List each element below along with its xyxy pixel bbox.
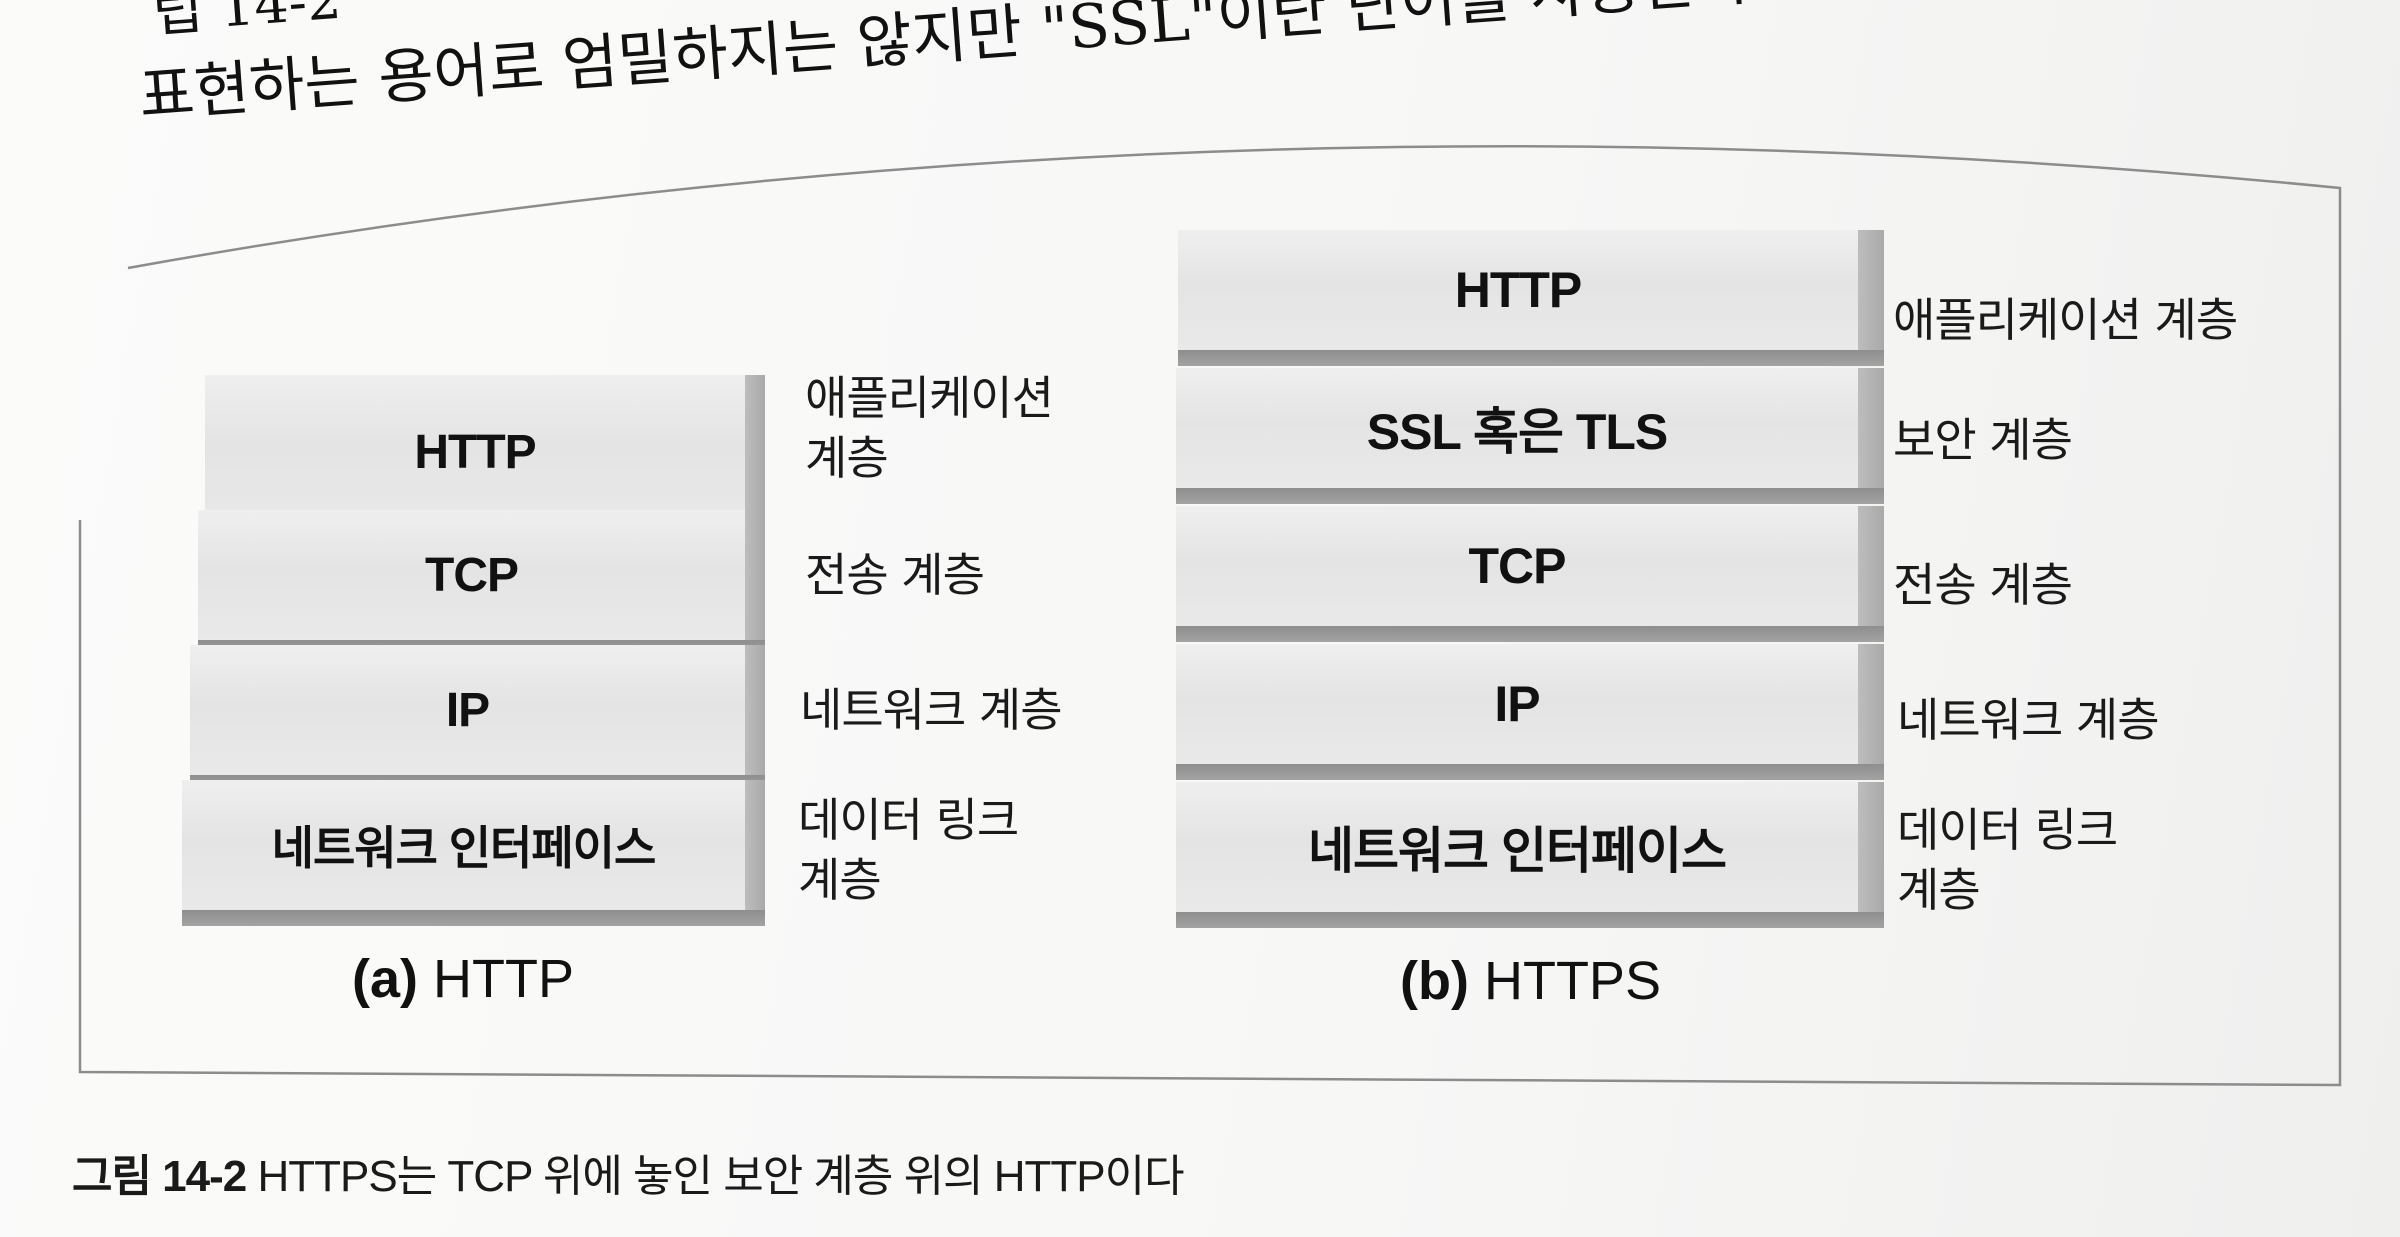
layer-block-side — [745, 645, 765, 791]
layer-role-label-line: 보안 계층 — [1893, 413, 2073, 467]
layer-role-label-line: 네트워크 계층 — [800, 683, 1063, 737]
layer-block-edge — [182, 910, 765, 926]
caption-a-text: HTTP — [433, 949, 575, 1009]
layer-role-label: 애플리케이션 계층 — [1893, 290, 2238, 350]
layer-role-label-line: 애플리케이션 계층 — [1893, 293, 2238, 347]
layer-role-label-line: 데이터 링크 — [1897, 803, 2118, 857]
layer-block-edge — [1176, 764, 1884, 780]
layer-role-label-line: 네트워크 계층 — [1897, 693, 2160, 747]
figure-caption-text: HTTPS는 TCP 위에 놓인 보안 계층 위의 HTTP이다 — [257, 1152, 1184, 1201]
layer-block-side — [745, 510, 765, 656]
layer-block-edge — [1178, 350, 1884, 366]
layer-block-side — [1858, 368, 1884, 504]
layer-block-side — [1858, 782, 1884, 928]
layer-block-side — [1858, 644, 1884, 780]
layer-role-label-line: 전송 계층 — [1893, 558, 2073, 612]
layer-role-label: 네트워크 계층 — [800, 680, 1063, 740]
layer-block-side — [1858, 506, 1884, 642]
caption-a: (a) HTTP — [352, 948, 574, 1010]
layer-role-label-line: 계층 — [1897, 863, 1981, 917]
layer-role-label: 보안 계층 — [1893, 410, 2073, 470]
layer-role-label-line: 전송 계층 — [805, 548, 985, 602]
layer-role-label: 전송 계층 — [1893, 555, 2073, 615]
layer-role-label: 전송 계층 — [805, 545, 985, 605]
layer-block-label: HTTP — [205, 375, 745, 530]
layer-role-label-line: 애플리케이션 — [805, 371, 1054, 425]
caption-b-text: HTTPS — [1483, 951, 1661, 1011]
layer-block-edge — [1176, 626, 1884, 642]
layer-role-label: 데이터 링크계층 — [1897, 800, 2118, 920]
layer-block-label: HTTP — [1178, 230, 1858, 350]
layer-role-label: 데이터 링크계층 — [798, 790, 1019, 910]
caption-a-tag: (a) — [352, 949, 418, 1009]
layer-block-label: TCP — [1176, 506, 1858, 626]
layer-role-label-line: 계층 — [798, 853, 882, 907]
layer-block-label: IP — [1176, 644, 1858, 764]
layer-block-side — [745, 780, 765, 926]
caption-b: (b) HTTPS — [1400, 950, 1661, 1012]
layer-block-edge — [1176, 912, 1884, 928]
figure-caption: 그림 14-2 HTTPS는 TCP 위에 놓인 보안 계층 위의 HTTP이다 — [72, 1140, 1185, 1204]
layer-block-label: IP — [190, 645, 745, 775]
layer-block-label: 네트워크 인터페이스 — [182, 780, 745, 910]
layer-block-label: SSL 혹은 TLS — [1176, 368, 1858, 488]
layer-role-label-line: 데이터 링크 — [798, 793, 1019, 847]
layer-role-label: 네트워크 계층 — [1897, 690, 2160, 750]
layer-role-label-line: 계층 — [805, 431, 889, 485]
figure-caption-number: 그림 14-2 — [72, 1152, 247, 1201]
layer-block-edge — [1176, 488, 1884, 504]
layer-role-label: 애플리케이션계층 — [805, 368, 1054, 488]
caption-b-tag: (b) — [1400, 951, 1469, 1011]
layer-block-side — [1858, 230, 1884, 366]
layer-block-label: 네트워크 인터페이스 — [1176, 782, 1858, 912]
layer-block-label: TCP — [198, 510, 745, 640]
